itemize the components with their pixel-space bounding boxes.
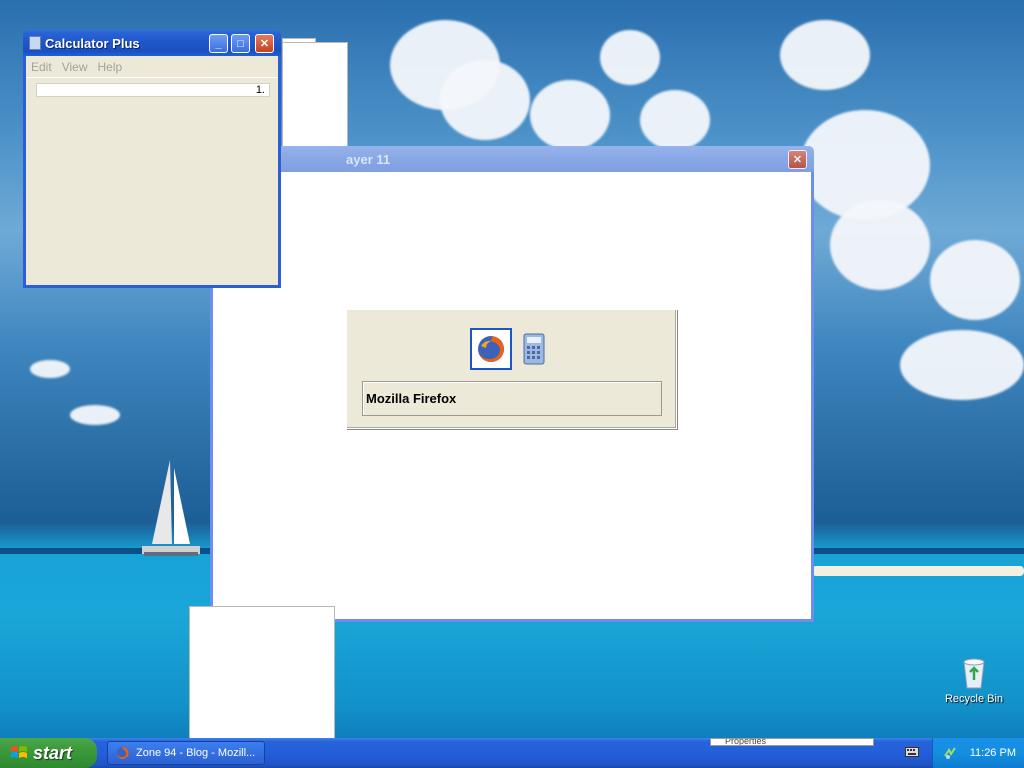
alt-tab-switcher: Mozilla Firefox	[346, 309, 677, 429]
menu-view[interactable]: View	[62, 60, 88, 74]
calculator-menubar: Edit View Help	[26, 56, 278, 78]
properties-strip: Properties	[710, 738, 874, 746]
close-icon[interactable]: ✕	[788, 150, 807, 169]
close-icon[interactable]: ✕	[255, 34, 274, 53]
maximize-icon[interactable]: □	[231, 34, 250, 53]
taskbar-item-firefox[interactable]: Zone 94 - Blog - Mozill...	[107, 741, 265, 765]
calculator-display: 1.	[36, 83, 270, 97]
ghost-window-bottom	[189, 606, 335, 740]
calculator-window[interactable]: Calculator Plus _ □ ✕ Edit View Help 1.	[23, 30, 281, 288]
windows-logo-icon	[11, 746, 27, 758]
player-title-bar[interactable]: ayer 11 ✕	[210, 146, 814, 172]
network-icon[interactable]	[943, 746, 957, 760]
calculator-app-icon	[29, 36, 41, 50]
alt-tab-selected-label: Mozilla Firefox	[362, 381, 662, 416]
taskbar: start Zone 94 - Blog - Mozill... Propert…	[0, 738, 1024, 768]
menu-help[interactable]: Help	[97, 60, 122, 74]
firefox-icon[interactable]	[470, 328, 512, 370]
minimize-icon[interactable]: _	[209, 34, 228, 53]
firefox-icon	[117, 747, 129, 759]
calculator-title-bar[interactable]: Calculator Plus _ □ ✕	[23, 30, 281, 56]
taskbar-item-label: Zone 94 - Blog - Mozill...	[136, 747, 256, 759]
sailboat-image	[142, 460, 200, 556]
recycle-bin[interactable]: Recycle Bin	[942, 656, 1006, 705]
keyboard-icon[interactable]	[905, 746, 919, 758]
system-tray: 11:26 PM	[932, 738, 1024, 768]
calculator-icon[interactable]	[513, 328, 555, 370]
start-button[interactable]: start	[0, 738, 97, 768]
recycle-bin-label: Recycle Bin	[944, 693, 1004, 705]
start-label: start	[33, 742, 73, 763]
clock[interactable]: 11:26 PM	[970, 747, 1016, 759]
menu-edit[interactable]: Edit	[31, 60, 52, 74]
player-title: ayer 11	[346, 151, 391, 167]
recycle-bin-icon	[963, 658, 985, 689]
properties-strip-label: Properties	[725, 739, 767, 745]
calculator-title: Calculator Plus	[45, 35, 140, 51]
